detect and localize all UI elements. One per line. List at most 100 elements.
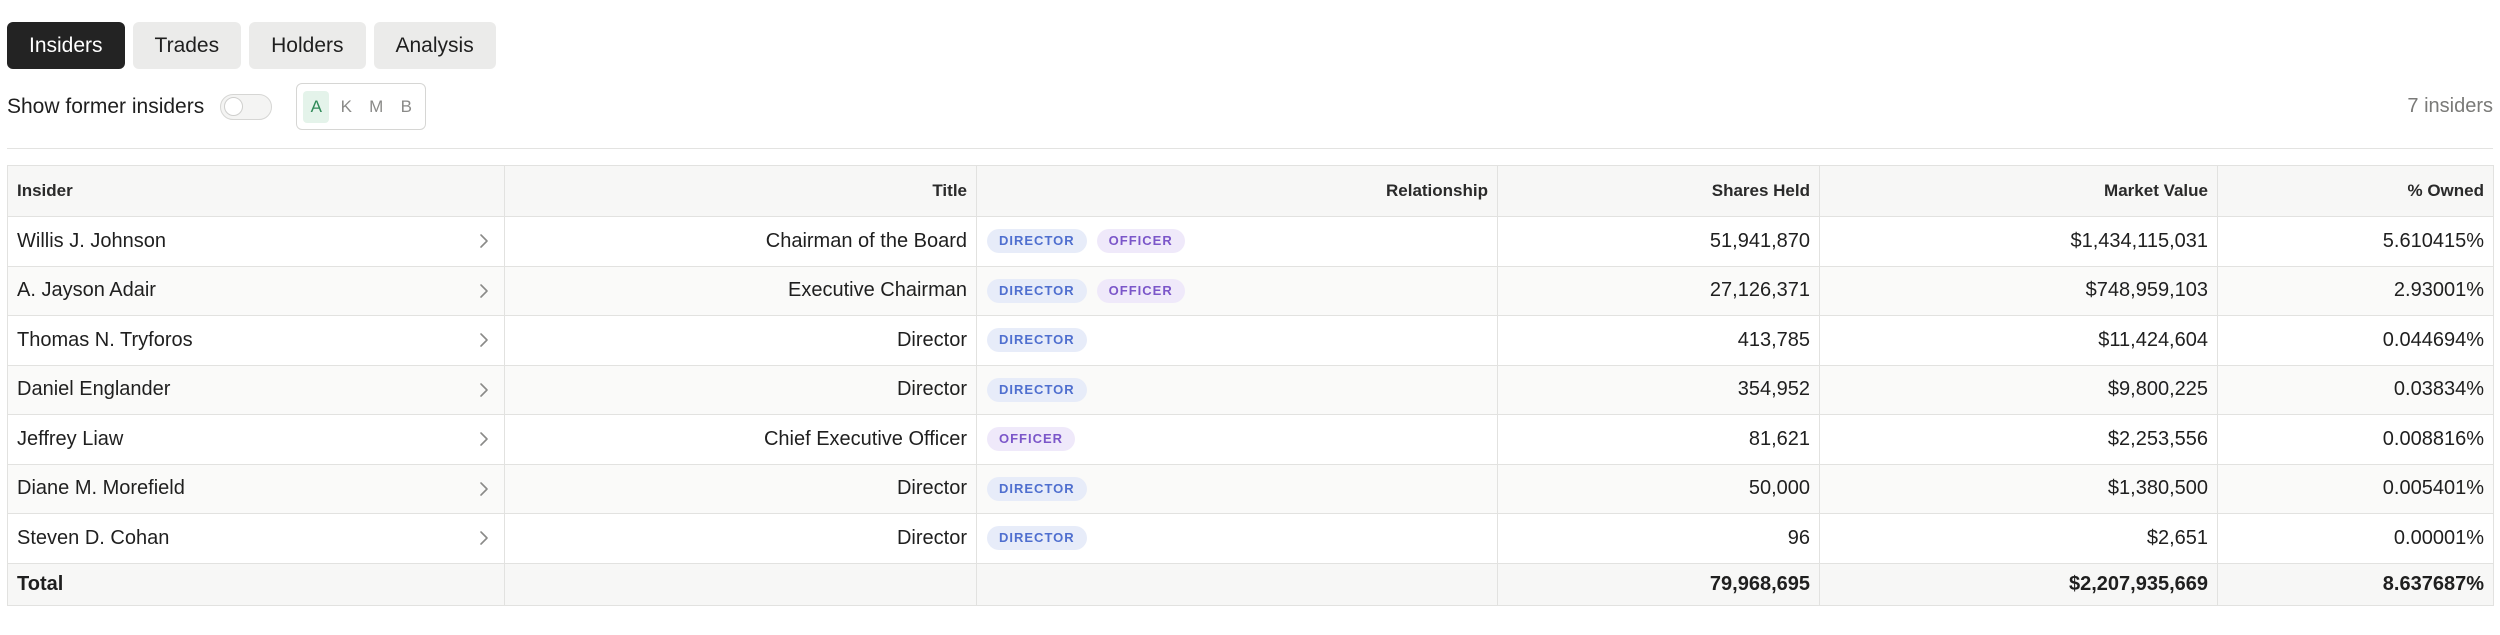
shares-held: 50,000 (1497, 463, 1820, 514)
column-header-title[interactable]: Title (504, 165, 977, 217)
insider-name-cell[interactable]: Steven D. Cohan (7, 513, 505, 564)
market-value: $11,424,604 (1819, 315, 2218, 366)
relationship-cell: DIRECTOR OFFICER (976, 216, 1498, 267)
table-row[interactable]: Willis J. Johnson Chairman of the Board DI… (7, 216, 2494, 267)
insider-name: Daniel Englander (17, 378, 171, 401)
insider-title: Director (504, 463, 977, 514)
market-value: $9,800,225 (1819, 364, 2218, 415)
relationship-badges: DIRECTOR (986, 526, 1488, 551)
director-badge: DIRECTOR (987, 526, 1087, 551)
toggle-knob (224, 96, 244, 116)
percent-owned: 0.03834% (2217, 364, 2494, 415)
tab-insiders[interactable]: Insiders (7, 22, 125, 69)
shares-held: 413,785 (1497, 315, 1820, 366)
relationship-badges: DIRECTOR (986, 328, 1488, 353)
shares-held: 354,952 (1497, 364, 1820, 415)
table-row[interactable]: Daniel Englander Director DIRECTOR 354,952 $… (7, 364, 2494, 415)
insider-name-wrapper: A. Jayson Adair (17, 279, 495, 302)
percent-owned: 0.00001% (2217, 513, 2494, 564)
insider-title: Director (504, 513, 977, 564)
market-value: $2,253,556 (1819, 414, 2218, 465)
chevron-right-icon[interactable] (473, 233, 495, 249)
shares-held: 81,621 (1497, 414, 1820, 465)
table-body: Willis J. Johnson Chairman of the Board DI… (7, 216, 2494, 564)
shares-held: 27,126,371 (1497, 265, 1820, 316)
insider-name-wrapper: Thomas N. Tryforos (17, 329, 495, 352)
chevron-right-icon[interactable] (473, 530, 495, 546)
insider-name-wrapper: Jeffrey Liaw (17, 428, 495, 451)
relationship-cell: DIRECTOR (976, 364, 1498, 415)
total-label: Total (7, 562, 505, 606)
insider-name: Jeffrey Liaw (17, 427, 124, 450)
relationship-cell: DIRECTOR (976, 463, 1498, 514)
percent-owned: 0.044694% (2217, 315, 2494, 366)
relationship-badges: DIRECTOR OFFICER (986, 229, 1488, 254)
insider-name-cell[interactable]: Thomas N. Tryforos (7, 315, 505, 366)
insider-name-cell[interactable]: A. Jayson Adair (7, 265, 505, 316)
relationship-cell: OFFICER (976, 414, 1498, 465)
table-row[interactable]: Thomas N. Tryforos Director DIRECTOR 413,78… (7, 315, 2494, 366)
relationship-badges: DIRECTOR OFFICER (986, 278, 1488, 303)
table-row[interactable]: A. Jayson Adair Executive Chairman DIRECTO… (7, 265, 2494, 316)
unit-option-k[interactable]: K (333, 91, 359, 123)
chevron-right-icon[interactable] (473, 481, 495, 497)
column-header-market-value[interactable]: Market Value (1819, 165, 2218, 217)
director-badge: DIRECTOR (987, 377, 1087, 402)
director-badge: DIRECTOR (987, 278, 1087, 303)
former-insiders-toggle[interactable] (220, 93, 273, 120)
insider-name: Willis J. Johnson (17, 229, 166, 252)
percent-owned: 0.008816% (2217, 414, 2494, 465)
percent-owned: 5.610415% (2217, 216, 2494, 267)
market-value: $2,651 (1819, 513, 2218, 564)
director-badge: DIRECTOR (987, 328, 1087, 353)
insider-name-wrapper: Willis J. Johnson (17, 230, 495, 253)
officer-badge: OFFICER (1096, 229, 1185, 254)
tab-trades[interactable]: Trades (132, 22, 242, 69)
insiders-panel: Insiders Trades Holders Analysis Show fo… (0, 0, 2500, 635)
relationship-cell: DIRECTOR (976, 513, 1498, 564)
insider-title: Director (504, 364, 977, 415)
relationship-badges: OFFICER (986, 427, 1488, 452)
market-value: $748,959,103 (1819, 265, 2218, 316)
insiders-table: Insider Title Relationship Shares Held M… (7, 165, 2494, 606)
unit-option-b[interactable]: B (393, 91, 419, 123)
divider (7, 148, 2493, 149)
shares-held: 51,941,870 (1497, 216, 1820, 267)
column-header-shares-held[interactable]: Shares Held (1497, 165, 1820, 217)
insider-title: Chief Executive Officer (504, 414, 977, 465)
insider-count: 7 insiders (2407, 95, 2493, 117)
column-header-insider[interactable]: Insider (7, 165, 505, 217)
total-title-cell (504, 562, 977, 606)
unit-selector: A K M B (296, 83, 427, 130)
director-badge: DIRECTOR (987, 476, 1087, 501)
insider-name-cell[interactable]: Jeffrey Liaw (7, 414, 505, 465)
tab-bar: Insiders Trades Holders Analysis (7, 22, 496, 69)
chevron-right-icon[interactable] (473, 332, 495, 348)
tab-holders[interactable]: Holders (249, 22, 366, 69)
table-row[interactable]: Steven D. Cohan Director DIRECTOR 96 $2,651 0… (7, 513, 2494, 564)
insider-name-cell[interactable]: Daniel Englander (7, 364, 505, 415)
percent-owned: 2.93001% (2217, 265, 2494, 316)
relationship-badges: DIRECTOR (986, 377, 1488, 402)
insider-name: Diane M. Morefield (17, 477, 185, 500)
shares-held: 96 (1497, 513, 1820, 564)
unit-option-a[interactable]: A (303, 90, 330, 123)
chevron-right-icon[interactable] (473, 283, 495, 299)
insider-name-cell[interactable]: Diane M. Morefield (7, 463, 505, 514)
table-row[interactable]: Diane M. Morefield Director DIRECTOR 50,000… (7, 463, 2494, 514)
table-header-row: Insider Title Relationship Shares Held M… (7, 165, 2494, 217)
chevron-right-icon[interactable] (473, 382, 495, 398)
insider-name: Steven D. Cohan (17, 526, 170, 549)
officer-badge: OFFICER (1096, 278, 1185, 303)
chevron-right-icon[interactable] (473, 431, 495, 447)
table-row[interactable]: Jeffrey Liaw Chief Executive Officer OFFIC… (7, 414, 2494, 465)
tab-analysis[interactable]: Analysis (373, 22, 496, 69)
column-header-percent-owned[interactable]: % Owned (2217, 165, 2494, 217)
column-header-relationship[interactable]: Relationship (976, 165, 1498, 217)
market-value: $1,380,500 (1819, 463, 2218, 514)
insider-name: A. Jayson Adair (17, 279, 156, 302)
insider-name-cell[interactable]: Willis J. Johnson (7, 216, 505, 267)
total-relationship-cell (976, 562, 1498, 606)
unit-option-m[interactable]: M (363, 91, 389, 123)
officer-badge: OFFICER (987, 427, 1076, 452)
